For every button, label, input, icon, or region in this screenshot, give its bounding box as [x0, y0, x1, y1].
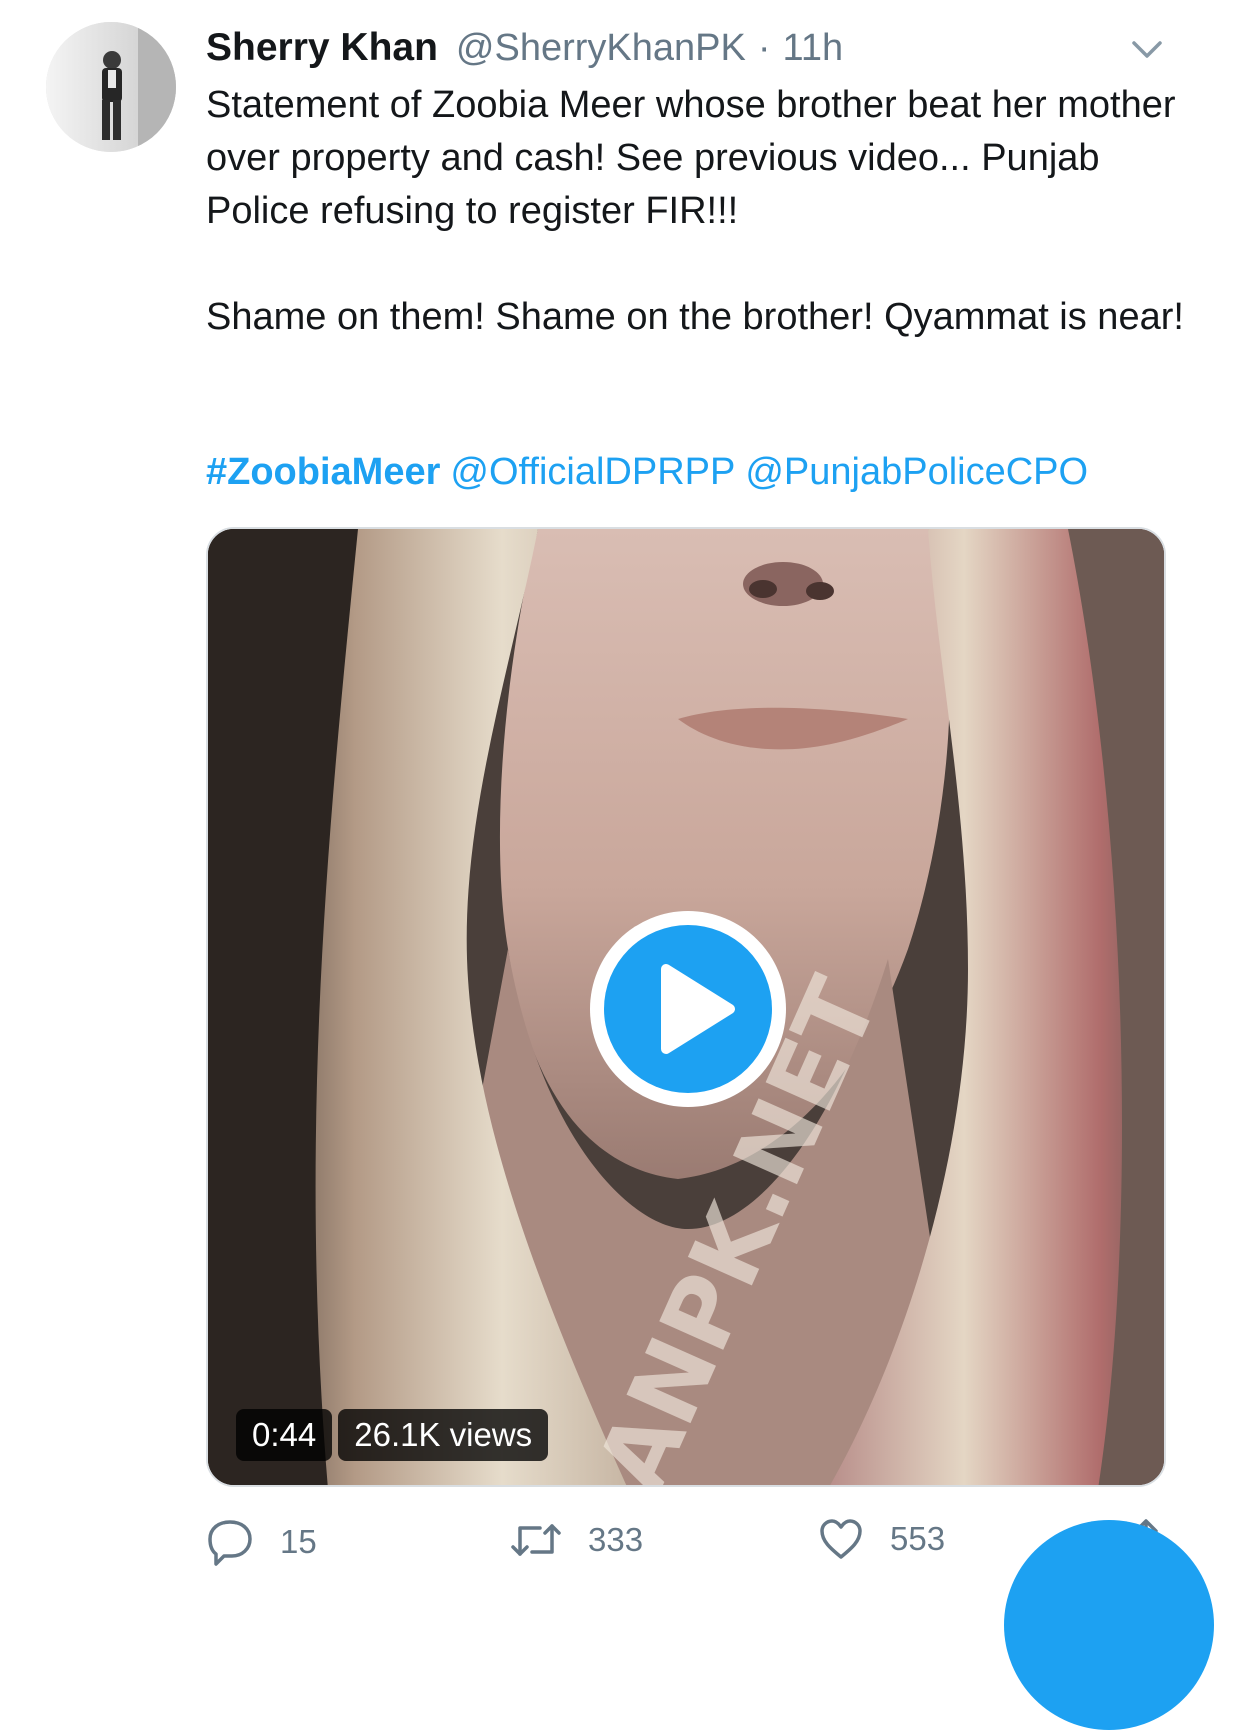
reply-button[interactable]: 15 [206, 1516, 317, 1568]
retweet-count: 333 [588, 1521, 644, 1558]
play-button[interactable] [590, 911, 786, 1107]
tweet[interactable]: Sherry Khan @SherryKhanPK · 11h Statemen… [0, 0, 1239, 1730]
video-views: 26.1K views [338, 1409, 549, 1461]
video-player[interactable]: ANPK.NET 0:44 26.1K views [206, 527, 1166, 1487]
avatar[interactable] [46, 22, 176, 152]
hashtag-link[interactable]: #ZoobiaMeer [206, 451, 440, 493]
like-count: 553 [890, 1520, 946, 1557]
tweet-links: #ZoobiaMeer @OfficialDPRPP @PunjabPoliceCP… [206, 446, 1088, 499]
video-duration: 0:44 [236, 1409, 333, 1461]
retweet-icon [511, 1524, 561, 1556]
chevron-down-icon[interactable] [1126, 28, 1168, 70]
author-name[interactable]: Sherry Khan [206, 26, 438, 70]
retweet-button[interactable]: 333 [510, 1516, 643, 1564]
tweet-header: Sherry Khan @SherryKhanPK · 11h [206, 24, 843, 72]
tweet-text-paragraph-1: Statement of Zoobia Meer whose brother b… [206, 84, 1176, 232]
compose-tweet-button[interactable] [1004, 1520, 1214, 1730]
reply-count: 15 [280, 1523, 317, 1560]
separator-dot: · [757, 26, 771, 69]
tweet-text-paragraph-2: Shame on them! Shame on the brother! Qya… [206, 296, 1184, 338]
like-button[interactable]: 553 [818, 1516, 945, 1562]
video-badges: 0:44 26.1K views [236, 1409, 549, 1461]
play-icon [661, 964, 735, 1054]
tweet-timestamp[interactable]: 11h [783, 27, 844, 70]
reply-icon [208, 1520, 252, 1566]
tweet-text: Statement of Zoobia Meer whose brother b… [206, 79, 1206, 344]
author-handle[interactable]: @SherryKhanPK [456, 27, 746, 70]
heart-icon [820, 1519, 862, 1559]
mention-link-dprpp[interactable]: @OfficialDPRPP [450, 451, 735, 493]
mention-link-punjabpolice[interactable]: @PunjabPoliceCPO [745, 451, 1088, 493]
